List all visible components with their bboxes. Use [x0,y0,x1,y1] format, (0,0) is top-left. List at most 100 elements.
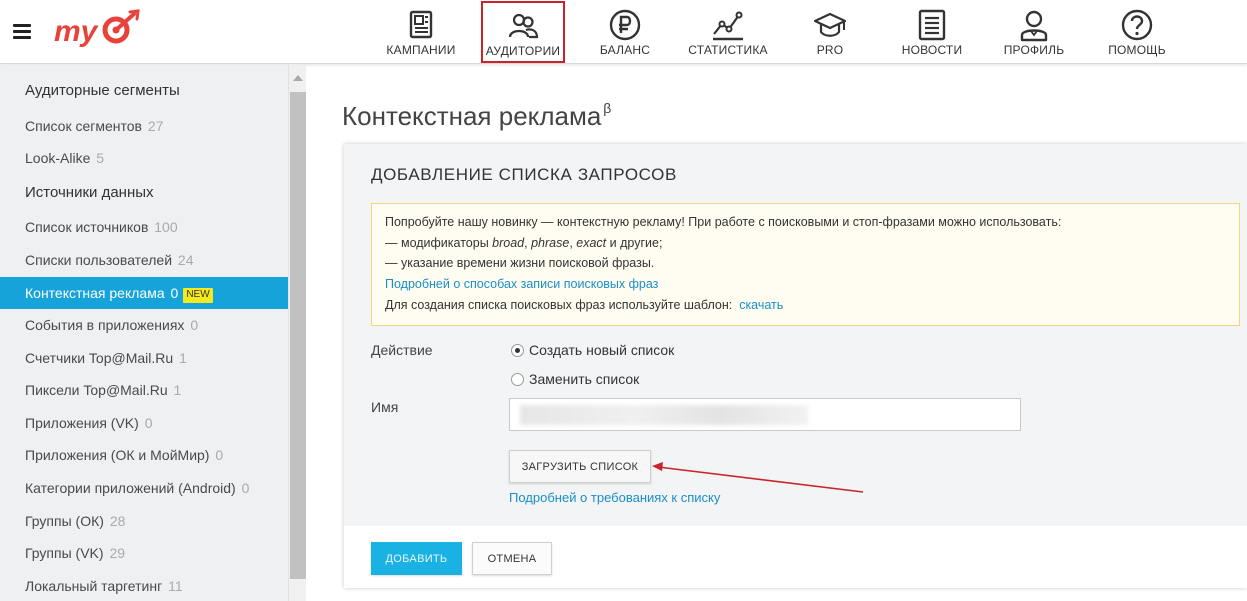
sidebar-item-segment-list[interactable]: Список сегментов 27 [0,110,288,142]
top-bar: my КАМПАНИИ АУДИТОРИИ БАЛАНС СТАТИСТИКА … [0,0,1247,64]
cancel-button[interactable]: ОТМЕНА [472,542,552,575]
sidebar-item-groups-ok[interactable]: Группы (ОК) 28 [0,505,288,537]
scrollbar-thumb[interactable] [290,92,306,579]
info-line-modifiers: — модификаторы broad, phrase, exact и др… [385,234,1239,254]
download-template-link[interactable]: скачать [739,298,783,312]
sidebar-item-count: 1 [173,382,182,398]
sidebar-item-count: 0 [170,285,179,301]
sidebar-item-count: 28 [109,513,126,529]
ruble-icon [609,9,641,41]
nav-pro-label: PRO [816,43,844,57]
sidebar-item-label: Список источников [25,219,149,235]
scroll-up-arrow-icon[interactable] [293,75,303,81]
radio-checked-icon[interactable] [511,344,524,357]
info-text: — модификаторы [385,236,493,250]
sidebar-item-label: Look-Alike [25,150,91,166]
question-icon [1121,9,1153,41]
card-footer: ДОБАВИТЬ ОТМЕНА [344,526,1247,588]
sidebar-item-app-categories[interactable]: Категории приложений (Android) 0 [0,472,288,504]
radio-unchecked-icon[interactable] [511,373,524,386]
newspaper-icon [918,9,946,41]
upload-list-button[interactable]: ЗАГРУЗИТЬ СПИСОК [509,450,651,483]
name-label: Имя [371,399,399,415]
sidebar: Аудиторные сегменты Список сегментов 27 … [0,65,288,601]
page-title-text: Контекстная реклама [342,101,602,131]
nav-statistics-label: СТАТИСТИКА [688,43,768,57]
campaigns-icon [409,10,433,39]
annotation-arrow [652,462,864,493]
sidebar-item-count: 0 [215,447,224,463]
sidebar-item-count: 24 [177,252,194,268]
sidebar-item-groups-vk[interactable]: Группы (VK) 29 [0,537,288,569]
sidebar-item-apps-vk[interactable]: Приложения (VK) 0 [0,407,288,439]
nav-pro[interactable]: PRO [794,0,866,64]
sidebar-heading-sources: Источники данных [25,184,154,201]
radio-replace-list[interactable]: Заменить список [511,370,639,388]
sidebar-item-label: Счетчики Top@Mail.Ru [25,350,174,366]
sidebar-item-label: Приложения (VK) [25,415,139,431]
graduation-cap-icon [813,12,847,37]
sidebar-item-label: Локальный таргетинг [25,578,163,594]
info-line-template: Для создания списка поисковых фраз испол… [385,296,1239,316]
card-body: ДОБАВЛЕНИЕ СПИСКА ЗАПРОСОВ Попробуйте на… [344,144,1247,526]
info-line-intro: Попробуйте нашу новинку — контекстную ре… [385,215,1062,229]
info-modifier: phrase [531,236,570,250]
sidebar-item-label: Списки пользователей [25,252,173,268]
nav-campaigns-label: КАМПАНИИ [386,43,456,57]
sidebar-item-count: 100 [154,219,178,235]
radio-create-list[interactable]: Создать новый список [511,341,674,359]
radio-label: Заменить список [529,371,640,387]
audiences-icon [508,13,539,39]
sidebar-item-label: Контекстная реклама [25,285,165,301]
sidebar-item-top-counters[interactable]: Счетчики Top@Mail.Ru 1 [0,342,288,374]
sidebar-item-context-ads[interactable]: Контекстная реклама 0 NEW [0,277,288,309]
sidebar-item-count: 1 [179,350,187,366]
add-query-list-card: ДОБАВЛЕНИЕ СПИСКА ЗАПРОСОВ Попробуйте на… [344,144,1247,588]
nav-statistics[interactable]: СТАТИСТИКА [686,0,770,64]
redacted-name-value [520,405,808,425]
sidebar-item-label: Группы (VK) [25,545,104,561]
sidebar-item-count: 0 [190,317,199,333]
nav-profile-label: ПРОФИЛЬ [1003,43,1065,57]
sidebar-item-label: Приложения (ОК и МойМир) [25,447,210,463]
new-badge: NEW [183,288,213,303]
nav-audiences-label: АУДИТОРИИ [485,44,561,58]
add-button[interactable]: ДОБАВИТЬ [371,542,462,575]
nav-audiences[interactable]: АУДИТОРИИ [481,1,565,63]
nav-balance[interactable]: БАЛАНС [585,0,665,64]
sidebar-item-label: Категории приложений (Android) [25,480,236,496]
nav-help[interactable]: ПОМОЩЬ [1100,0,1174,64]
sidebar-item-user-lists[interactable]: Списки пользователей 24 [0,244,288,276]
nav-balance-label: БАЛАНС [599,43,651,57]
user-icon [1020,10,1048,42]
query-format-link[interactable]: Подробней о способах записи поисковых фр… [385,277,658,291]
mytarget-logo[interactable]: my [54,8,140,56]
nav-campaigns[interactable]: КАМПАНИИ [378,0,464,64]
action-label: Действие [371,342,433,358]
nav-news[interactable]: НОВОСТИ [894,0,970,64]
info-text: и другие; [606,236,663,250]
sidebar-item-local-targeting[interactable]: Локальный таргетинг 11 [0,570,288,601]
sidebar-item-count: 27 [147,118,164,134]
sidebar-scrollbar[interactable] [288,65,306,601]
sidebar-item-count: 0 [144,415,153,431]
sidebar-item-label: Группы (ОК) [25,513,104,529]
nav-news-label: НОВОСТИ [901,43,963,57]
radio-label: Создать новый список [529,342,675,358]
beta-mark: β [603,100,612,116]
sidebar-item-app-events[interactable]: События в приложениях 0 [0,309,288,341]
sidebar-item-look-alike[interactable]: Look-Alike 5 [0,142,288,174]
nav-profile[interactable]: ПРОФИЛЬ [996,0,1072,64]
info-line-lifetime: — указание времени жизни поисковой фразы… [385,256,655,270]
sidebar-item-apps-ok[interactable]: Приложения (ОК и МойМир) 0 [0,439,288,471]
sidebar-item-source-list[interactable]: Список источников 100 [0,211,288,243]
sidebar-heading-segments: Аудиторные сегменты [25,82,180,99]
info-text: Для создания списка поисковых фраз испол… [385,298,733,312]
sidebar-item-count: 11 [168,578,183,594]
info-modifier: broad [492,236,525,250]
sidebar-item-count: 0 [241,480,250,496]
page-title: Контекстная реклама β [342,100,611,132]
menu-icon[interactable] [13,24,31,39]
sidebar-item-top-pixels[interactable]: Пиксели Top@Mail.Ru 1 [0,374,288,406]
sidebar-item-count: 29 [109,545,126,561]
